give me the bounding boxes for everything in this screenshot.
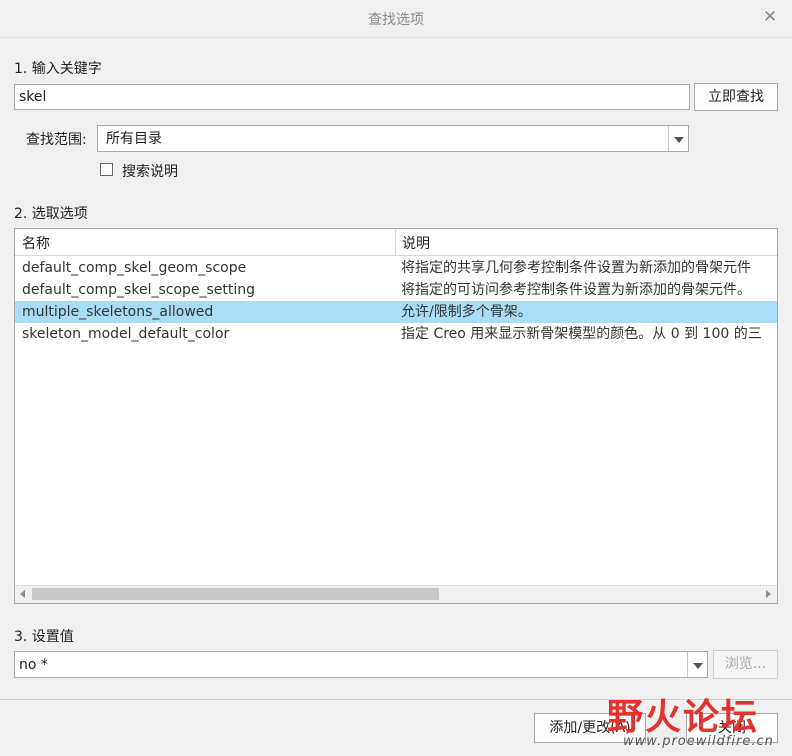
- table-row[interactable]: default_comp_skel_scope_setting 将指定的可访问参…: [15, 279, 777, 301]
- column-header-name[interactable]: 名称: [22, 229, 394, 259]
- horizontal-scrollbar[interactable]: [15, 585, 777, 603]
- scroll-right-icon[interactable]: [766, 590, 771, 598]
- option-name: default_comp_skel_scope_setting: [22, 282, 256, 298]
- watermark-brand: 野火论坛: [607, 697, 760, 738]
- scope-label: 查找范围:: [26, 132, 87, 148]
- option-description: 指定 Creo 用来显示新骨架模型的颜色。从 0 到 100 的三: [401, 326, 762, 342]
- search-description-checkbox[interactable]: [100, 163, 113, 176]
- option-description: 将指定的可访问参考控制条件设置为新添加的骨架元件。: [401, 282, 751, 298]
- option-name: multiple_skeletons_allowed: [22, 304, 214, 320]
- column-header-description[interactable]: 说明: [395, 229, 777, 255]
- scrollbar-thumb[interactable]: [32, 588, 439, 600]
- section-1-label: 1. 输入关键字: [14, 61, 102, 77]
- watermark-logo: 野火论坛 www.proewildfire.cn: [605, 668, 785, 756]
- window-title: 查找选项: [368, 12, 424, 28]
- search-description-label: 搜索说明: [122, 164, 178, 180]
- table-row[interactable]: skeleton_model_default_color 指定 Creo 用来显…: [15, 323, 777, 345]
- close-icon[interactable]: ✕: [760, 7, 780, 27]
- table-row-selected[interactable]: multiple_skeletons_allowed 允许/限制多个骨架。: [15, 301, 777, 323]
- value-select[interactable]: no *: [14, 651, 708, 678]
- option-description: 允许/限制多个骨架。: [401, 304, 532, 320]
- find-now-button[interactable]: 立即查找: [694, 83, 778, 111]
- chevron-down-icon[interactable]: [668, 126, 688, 151]
- table-row[interactable]: default_comp_skel_geom_scope 将指定的共享几何参考控…: [15, 257, 777, 279]
- section-3-label: 3. 设置值: [14, 629, 74, 645]
- option-name: skeleton_model_default_color: [22, 326, 230, 342]
- option-description: 将指定的共享几何参考控制条件设置为新添加的骨架元件: [401, 260, 751, 276]
- scope-select[interactable]: 所有目录: [97, 125, 689, 152]
- scroll-left-icon[interactable]: [20, 590, 25, 598]
- option-name: default_comp_skel_geom_scope: [22, 260, 247, 276]
- watermark-url: www.proewildfire.cn: [623, 734, 774, 749]
- title-bar: 查找选项 ✕: [0, 0, 792, 38]
- value-field[interactable]: no *: [19, 652, 48, 678]
- scope-value: 所有目录: [106, 131, 162, 147]
- options-table[interactable]: 名称 说明 default_comp_skel_geom_scope 将指定的共…: [14, 228, 778, 604]
- keyword-input[interactable]: skel: [14, 84, 690, 110]
- table-header: 名称 说明: [15, 229, 777, 256]
- section-2-label: 2. 选取选项: [14, 206, 88, 222]
